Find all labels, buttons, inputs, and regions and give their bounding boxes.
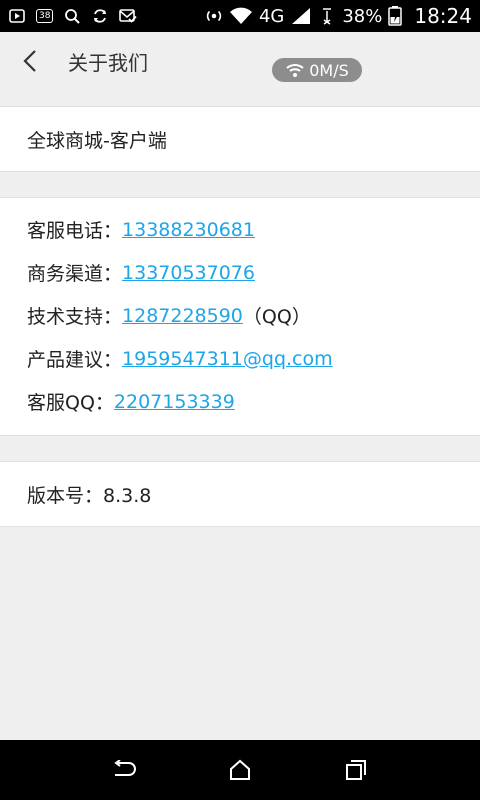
signal-icon-secondary [318, 7, 336, 25]
tech-support-qq-link[interactable]: 1287228590 [122, 305, 243, 327]
contact-label: 技术支持： [27, 306, 123, 328]
service-phone-link[interactable]: 13388230681 [122, 219, 255, 241]
status-bar: 38 4G 38% 18:24 [0, 0, 480, 32]
image-icon [8, 7, 26, 25]
contact-row-service-phone: 客服电话： 13388230681 [0, 208, 480, 251]
contact-row-feedback: 产品建议： 1959547311@qq.com [0, 337, 480, 380]
contact-suffix: （QQ） [242, 306, 311, 328]
contact-row-business: 商务渠道： 13370537076 [0, 251, 480, 294]
status-icons-left: 38 [8, 7, 138, 25]
status-icons-right: 4G 38% 18:24 [205, 4, 472, 28]
network-speed-badge: 0M/S [272, 58, 362, 82]
feedback-email-link[interactable]: 1959547311@qq.com [122, 348, 333, 370]
app-name-card: 全球商城-客户端 [0, 106, 480, 172]
contact-label: 客服电话： [27, 220, 123, 242]
battery-percent: 38% [342, 5, 383, 27]
version-text: 版本号：8.3.8 [27, 484, 152, 507]
app-name: 全球商城-客户端 [27, 129, 167, 152]
contact-label: 客服QQ： [27, 392, 114, 414]
battery-icon [388, 6, 403, 26]
contact-row-service-qq: 客服QQ： 2207153339 [0, 380, 480, 423]
service-qq-link[interactable]: 2207153339 [114, 391, 235, 413]
chevron-left-icon [23, 50, 36, 72]
search-icon [63, 7, 81, 25]
sync-icon [91, 7, 109, 25]
page-title: 关于我们 [68, 50, 148, 75]
back-icon [114, 760, 136, 776]
signal-boost-icon [205, 7, 223, 25]
nav-recents-button[interactable] [338, 752, 374, 788]
nav-home-button[interactable] [222, 752, 258, 788]
notification-count-icon: 38 [36, 9, 54, 23]
system-nav-bar [0, 740, 480, 800]
signal-icon [290, 7, 312, 25]
contact-row-tech-support: 技术支持： 1287228590 （QQ） [0, 294, 480, 337]
network-speed-text: 0M/S [309, 60, 349, 80]
wifi-icon [229, 7, 253, 25]
contact-card: 客服电话： 13388230681 商务渠道： 13370537076 技术支持… [0, 197, 480, 436]
network-type-label: 4G [258, 5, 285, 27]
contact-label: 产品建议： [27, 349, 123, 371]
home-icon [230, 759, 250, 780]
back-button[interactable] [0, 32, 60, 90]
wifi-icon [286, 64, 304, 77]
app-header: 关于我们 0M/S [0, 32, 480, 90]
clock: 18:24 [414, 4, 472, 28]
version-card: 版本号：8.3.8 [0, 461, 480, 527]
business-phone-link[interactable]: 13370537076 [122, 262, 255, 284]
contact-label: 商务渠道： [27, 263, 123, 285]
nav-back-button[interactable] [106, 752, 142, 788]
recents-icon [346, 760, 366, 780]
mail-check-icon [119, 7, 138, 25]
